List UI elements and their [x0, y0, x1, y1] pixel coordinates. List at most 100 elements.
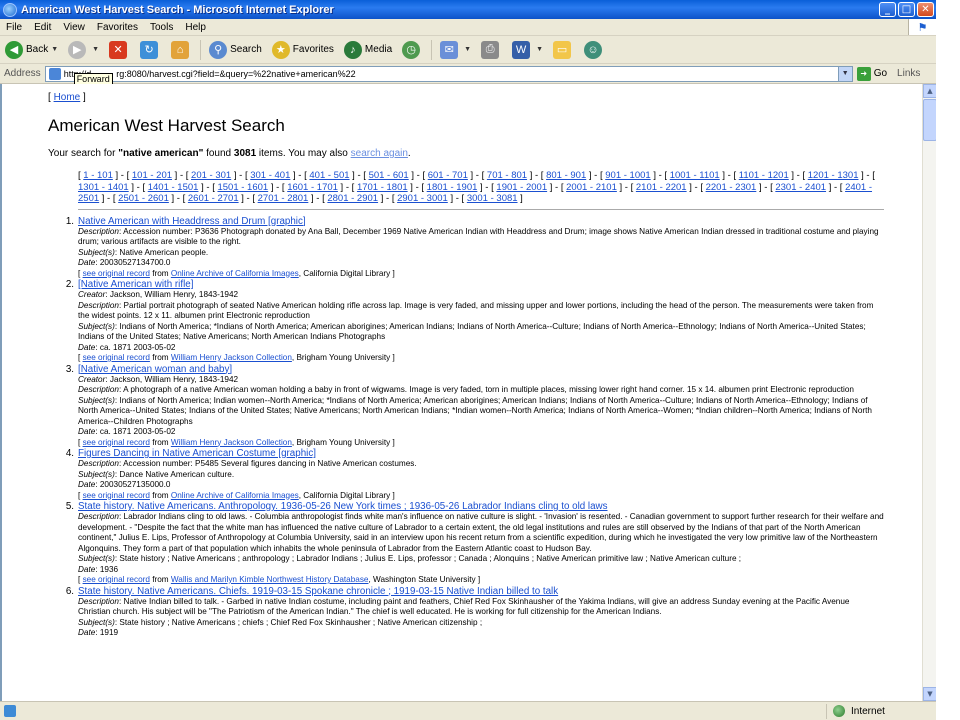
- links-toolbar[interactable]: Links: [897, 68, 920, 79]
- forward-dropdown-icon[interactable]: ▼: [92, 46, 99, 53]
- page-range-link[interactable]: 2501 - 2601: [118, 193, 169, 204]
- page-range-link[interactable]: 1801 - 1901: [427, 182, 478, 193]
- page-range-link[interactable]: 2301 - 2401: [775, 182, 826, 193]
- page-range-link[interactable]: 1301 - 1401: [78, 182, 129, 193]
- edit-button[interactable]: W ▼: [510, 39, 545, 61]
- mail-button[interactable]: ✉ ▼: [438, 39, 473, 61]
- scroll-down-button[interactable]: ▼: [923, 687, 937, 701]
- original-record-link[interactable]: see original record: [83, 438, 150, 447]
- page-range-link[interactable]: 301 - 401: [250, 170, 290, 181]
- page-range-link[interactable]: 3001 - 3081: [467, 193, 518, 204]
- forward-arrow-icon: ▶: [68, 40, 87, 59]
- maximize-button[interactable]: □: [898, 2, 915, 17]
- page-range-link[interactable]: 2901 - 3001: [397, 193, 448, 204]
- result-title-link[interactable]: State history. Native Americans. Anthrop…: [78, 501, 608, 512]
- edit-dropdown-icon[interactable]: ▼: [536, 46, 543, 53]
- original-record-link[interactable]: see original record: [83, 269, 150, 278]
- go-button[interactable]: ➜ Go: [856, 66, 887, 81]
- collection-link[interactable]: Online Archive of California Images: [171, 269, 299, 278]
- address-input[interactable]: http://d rg:8080/harvest.cgi?field=&quer…: [44, 65, 853, 86]
- back-button[interactable]: ◀ Back ▼: [3, 39, 60, 61]
- menu-help[interactable]: Help: [179, 22, 212, 33]
- collection-link[interactable]: Wallis and Marilyn Kimble Northwest Hist…: [171, 575, 369, 584]
- media-button[interactable]: ♪ Media: [342, 39, 394, 61]
- result-title-link[interactable]: State history. Native Americans. Chiefs.…: [78, 586, 558, 597]
- page-range-link[interactable]: 2801 - 2901: [327, 193, 378, 204]
- result-field: Date: 20030527135000.0: [78, 480, 171, 489]
- messenger-button[interactable]: ☺: [582, 39, 607, 61]
- page-range-link[interactable]: 1601 - 1701: [287, 182, 338, 193]
- history-button[interactable]: ◷: [400, 39, 425, 61]
- search-button[interactable]: ⚲ Search: [207, 39, 264, 61]
- back-dropdown-icon[interactable]: ▼: [51, 46, 58, 53]
- menu-tools[interactable]: Tools: [144, 22, 179, 33]
- home-link[interactable]: Home: [54, 92, 81, 103]
- original-record-link[interactable]: see original record: [83, 491, 150, 500]
- page-range-link[interactable]: 1 - 101: [83, 170, 113, 181]
- summary-text: found: [203, 148, 234, 159]
- home-button[interactable]: ⌂: [169, 39, 194, 61]
- original-record-link[interactable]: see original record: [83, 353, 150, 362]
- print-button[interactable]: ⎙: [479, 39, 504, 61]
- menu-favorites[interactable]: Favorites: [91, 22, 144, 33]
- original-record-link[interactable]: see original record: [83, 575, 150, 584]
- scroll-thumb[interactable]: [923, 99, 937, 141]
- page-range-link[interactable]: 2001 - 2101: [566, 182, 617, 193]
- page-range-link[interactable]: 1401 - 1501: [148, 182, 199, 193]
- result-title-link[interactable]: Native American with Headdress and Drum …: [78, 216, 306, 227]
- window-title: American West Harvest Search - Microsoft…: [21, 3, 334, 16]
- page-range-link[interactable]: 1201 - 1301: [808, 170, 859, 181]
- refresh-button[interactable]: ↻: [138, 39, 163, 61]
- page-range-link[interactable]: 801 - 901: [546, 170, 586, 181]
- page-range-link[interactable]: 1501 - 1601: [217, 182, 268, 193]
- close-button[interactable]: ✕: [917, 2, 934, 17]
- result-title-link[interactable]: Figures Dancing in Native American Costu…: [78, 448, 316, 459]
- result-title-link[interactable]: [Native American with rifle]: [78, 279, 193, 290]
- stop-button[interactable]: ✕: [107, 39, 132, 61]
- result-count: 3081: [233, 148, 257, 159]
- page-range-link[interactable]: 1001 - 1101: [670, 170, 720, 181]
- institution-text: , Brigham Young University ]: [291, 437, 395, 447]
- minimize-button[interactable]: _: [879, 2, 896, 17]
- field-value: State history ; Native Americans ; anthr…: [119, 554, 742, 563]
- page-range-link[interactable]: 101 - 201: [132, 170, 172, 181]
- page-range-link[interactable]: 601 - 701: [428, 170, 468, 181]
- page-range-link[interactable]: 701 - 801: [487, 170, 527, 181]
- summary-text: items. You may also: [256, 148, 351, 159]
- menu-file[interactable]: File: [0, 22, 28, 33]
- forward-button[interactable]: ▶ ▼: [66, 39, 101, 61]
- collection-link[interactable]: William Henry Jackson Collection: [171, 438, 292, 447]
- page-range-link[interactable]: 2201 - 2301: [706, 182, 757, 193]
- field-label: Description: [78, 512, 119, 521]
- page-range-link[interactable]: 901 - 1001: [605, 170, 650, 181]
- search-again-link[interactable]: search again: [351, 148, 408, 159]
- page-range-link[interactable]: 2101 - 2201: [636, 182, 687, 193]
- address-dropdown-icon[interactable]: ▼: [837, 66, 852, 81]
- collection-link[interactable]: William Henry Jackson Collection: [171, 353, 292, 362]
- menu-edit[interactable]: Edit: [28, 22, 57, 33]
- page-range-link[interactable]: 2601 - 2701: [188, 193, 239, 204]
- result-field: Subject(s): Indians of North America; *I…: [78, 321, 866, 342]
- result-body: Native American with Headdress and Drum …: [78, 216, 884, 280]
- result-title-link[interactable]: [Native American woman and baby]: [78, 364, 232, 375]
- field-value: Accession number: P3636 Photograph donat…: [78, 226, 879, 247]
- menu-view[interactable]: View: [57, 22, 91, 33]
- result-field: Description: Accession number: P5485 Sev…: [78, 459, 417, 468]
- field-label: Creator: [78, 290, 106, 299]
- breadcrumb: [ Home ]: [48, 92, 884, 103]
- collection-link[interactable]: Online Archive of California Images: [171, 491, 299, 500]
- discuss-button[interactable]: ▭: [551, 39, 576, 61]
- refresh-icon: ↻: [140, 40, 159, 59]
- favorites-button[interactable]: ★ Favorites: [270, 39, 336, 61]
- mail-dropdown-icon[interactable]: ▼: [464, 46, 471, 53]
- page-range-link[interactable]: 1101 - 1201: [739, 170, 789, 181]
- page-range-link[interactable]: 1701 - 1801: [357, 182, 408, 193]
- page-range-link[interactable]: 201 - 301: [191, 170, 231, 181]
- page-range-link[interactable]: 1901 - 2001: [496, 182, 547, 193]
- record-source: [ see original record from Online Archiv…: [78, 490, 395, 500]
- page-range-link[interactable]: 501 - 601: [369, 170, 409, 181]
- page-range-link[interactable]: 2701 - 2801: [258, 193, 309, 204]
- page-range-link[interactable]: 401 - 501: [309, 170, 349, 181]
- scroll-up-button[interactable]: ▲: [923, 84, 937, 98]
- vertical-scrollbar[interactable]: ▲ ▼: [922, 84, 937, 701]
